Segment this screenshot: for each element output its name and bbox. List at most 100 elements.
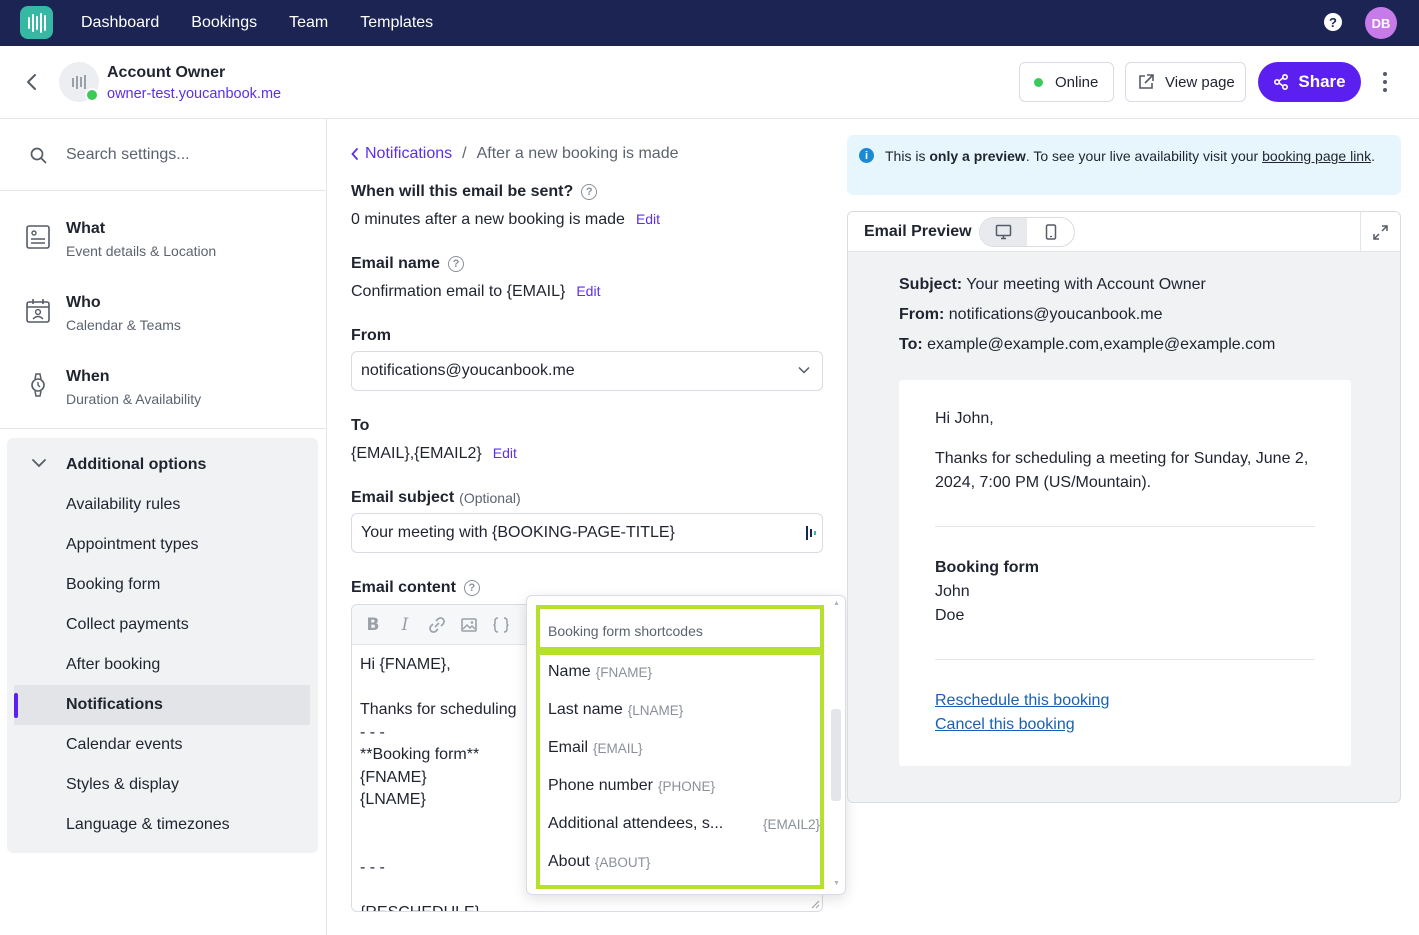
shortcode-item-about[interactable]: About {ABOUT} xyxy=(548,843,820,881)
breadcrumb: Notifications / After a new booking is m… xyxy=(351,145,679,163)
email-preview-panel: Email Preview Subject: Your meeting with… xyxy=(847,211,1401,803)
nav-links: Dashboard Bookings Team Templates xyxy=(81,0,433,46)
resize-handle-icon[interactable] xyxy=(810,899,820,909)
shortcode-label: Name xyxy=(548,663,591,680)
section-title: When xyxy=(66,368,110,385)
email-thanks-line-2: 2024, 7:00 PM (US/Mountain). xyxy=(935,474,1152,491)
online-label: Online xyxy=(1055,73,1099,91)
item-label: Styles & display xyxy=(66,776,179,793)
sidebar-item-appointment-types[interactable]: Appointment types xyxy=(7,525,318,565)
sidebar-item-booking-form[interactable]: Booking form xyxy=(7,565,318,605)
sidebar-item-notifications[interactable]: Notifications xyxy=(14,685,310,725)
view-page-label: View page xyxy=(1165,73,1235,91)
additional-options-toggle[interactable]: Additional options xyxy=(7,450,318,480)
email-body-card: Hi John, Thanks for scheduling a meeting… xyxy=(899,380,1351,766)
sidebar-item-styles-display[interactable]: Styles & display xyxy=(7,765,318,805)
shortcode-item-lname[interactable]: Last name {LNAME} xyxy=(548,691,820,729)
scroll-up-icon[interactable]: ▲ xyxy=(833,600,840,607)
sidebar-item-after-booking[interactable]: After booking xyxy=(7,645,318,685)
email-greeting: Hi John, xyxy=(935,410,994,427)
subject-value: Your meeting with {BOOKING-PAGE-TITLE} xyxy=(361,524,675,541)
bold-icon[interactable]: B xyxy=(364,615,382,635)
edit-email-name-link[interactable]: Edit xyxy=(576,283,600,299)
sidebar-item-language-timezones[interactable]: Language & timezones xyxy=(7,805,318,845)
booking-page-link[interactable]: booking page link xyxy=(1262,148,1371,164)
to-value: {EMAIL},{EMAIL2} xyxy=(351,445,482,462)
from-select[interactable]: notifications@youcanbook.me xyxy=(351,351,823,391)
chevron-down-icon xyxy=(32,459,46,468)
help-circle-icon[interactable]: ? xyxy=(447,256,464,272)
shortcode-insert-icon[interactable] xyxy=(804,525,818,541)
share-button[interactable]: Share xyxy=(1258,62,1361,102)
email-content-label: Email content ? xyxy=(351,579,480,597)
view-page-button[interactable]: View page xyxy=(1125,62,1246,102)
email-subject-input[interactable]: Your meeting with {BOOKING-PAGE-TITLE} xyxy=(351,513,823,553)
email-divider xyxy=(935,526,1315,527)
nav-bookings[interactable]: Bookings xyxy=(191,14,257,32)
breadcrumb-notifications-link[interactable]: Notifications xyxy=(351,145,452,163)
info-prefix: This is xyxy=(885,148,930,164)
share-label: Share xyxy=(1298,72,1346,91)
shortcode-item-fname[interactable]: Name {FNAME} xyxy=(548,653,820,691)
account-url-link[interactable]: owner-test.youcanbook.me xyxy=(107,86,281,102)
page-header: Account Owner owner-test.youcanbook.me O… xyxy=(0,46,1419,119)
shortcode-code: {FNAME} xyxy=(595,664,652,680)
sidebar-item-collect-payments[interactable]: Collect payments xyxy=(7,605,318,645)
item-label: Collect payments xyxy=(66,616,189,633)
more-options-icon[interactable] xyxy=(1381,72,1389,92)
sidebar-item-calendar-events[interactable]: Calendar events xyxy=(7,725,318,765)
shortcode-label: Phone number xyxy=(548,777,653,794)
sidebar-section-when[interactable]: When Duration & Availability xyxy=(0,354,326,424)
code-braces-icon[interactable] xyxy=(492,616,510,634)
search-row xyxy=(0,119,326,191)
shortcode-item-email2[interactable]: Additional attendees, s... {EMAIL2} xyxy=(548,805,820,843)
email-name-label-text: Email name xyxy=(351,255,440,272)
search-icon xyxy=(30,147,47,164)
item-label: Language & timezones xyxy=(66,816,230,833)
italic-icon[interactable]: I xyxy=(396,615,414,635)
user-avatar[interactable]: DB xyxy=(1365,7,1397,39)
dropdown-scrollbar[interactable] xyxy=(831,709,841,801)
shortcode-label: Last name xyxy=(548,701,623,718)
sidebar-section-what[interactable]: What Event details & Location xyxy=(0,206,326,276)
mobile-view-button[interactable] xyxy=(1027,218,1074,246)
to-key: To: xyxy=(899,336,923,353)
sidebar-item-availability-rules[interactable]: Availability rules xyxy=(7,485,318,525)
image-icon[interactable] xyxy=(460,616,478,634)
breadcrumb-link-label: Notifications xyxy=(365,145,453,162)
online-status-button[interactable]: Online xyxy=(1019,62,1114,102)
item-label: Calendar events xyxy=(66,736,183,753)
account-name: Account Owner xyxy=(107,64,226,81)
back-arrow-icon[interactable] xyxy=(24,72,40,92)
shortcode-label: Additional attendees, s... xyxy=(548,815,724,832)
edit-to-link[interactable]: Edit xyxy=(493,445,517,461)
preview-header: Email Preview xyxy=(848,212,1400,252)
document-icon xyxy=(26,225,50,249)
link-icon[interactable] xyxy=(428,616,446,634)
help-circle-icon[interactable]: ? xyxy=(581,184,598,200)
nav-templates[interactable]: Templates xyxy=(360,14,433,32)
help-circle-icon[interactable]: ? xyxy=(463,580,480,596)
help-icon[interactable]: ? xyxy=(1324,13,1342,31)
edit-when-link[interactable]: Edit xyxy=(636,211,660,227)
sidebar-section-who[interactable]: Who Calendar & Teams xyxy=(0,280,326,350)
from-label-text: From xyxy=(351,327,391,344)
nav-dashboard[interactable]: Dashboard xyxy=(81,14,159,32)
email-thanks-line-1: Thanks for scheduling a meeting for Sund… xyxy=(935,450,1309,467)
reschedule-booking-link[interactable]: Reschedule this booking xyxy=(935,692,1109,710)
desktop-view-button[interactable] xyxy=(980,218,1027,246)
search-settings-input[interactable] xyxy=(66,143,306,167)
email-first-name: John xyxy=(935,583,970,600)
app-logo-icon[interactable] xyxy=(20,6,53,39)
cancel-booking-link[interactable]: Cancel this booking xyxy=(935,716,1075,734)
info-middle: . To see your live availability visit yo… xyxy=(1025,148,1263,164)
shortcode-item-phone[interactable]: Phone number {PHONE} xyxy=(548,767,820,805)
section-subtitle: Duration & Availability xyxy=(66,391,202,407)
nav-team[interactable]: Team xyxy=(289,14,328,32)
to-label-text: To xyxy=(351,417,370,434)
expand-preview-button[interactable] xyxy=(1360,212,1400,252)
shortcode-item-email[interactable]: Email {EMAIL} xyxy=(548,729,820,767)
preview-title: Email Preview xyxy=(864,223,972,240)
scroll-down-icon[interactable]: ▼ xyxy=(833,880,840,887)
item-label: Notifications xyxy=(66,696,163,713)
